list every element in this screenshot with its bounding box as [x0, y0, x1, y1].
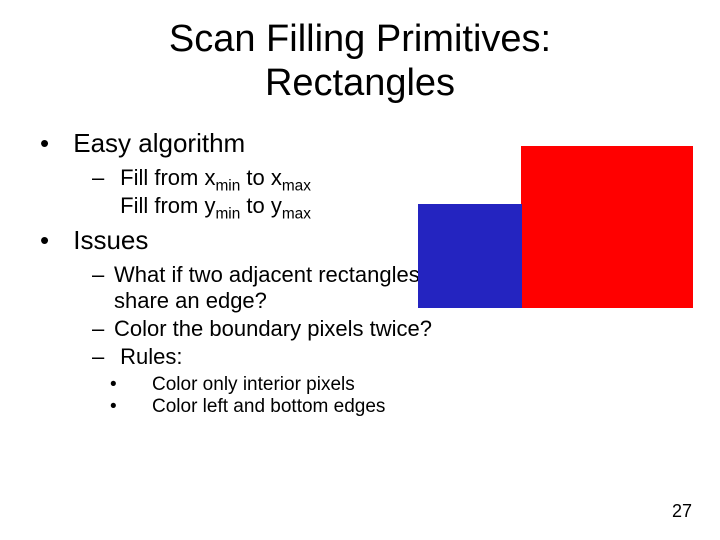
subscript: max — [282, 177, 311, 194]
title-line1: Scan Filling Primitives: — [169, 18, 551, 60]
subscript: max — [282, 205, 311, 222]
rule-interior: Color only interior pixels — [154, 374, 460, 396]
rule-left-bottom: Color left and bottom edges — [154, 396, 460, 418]
page-number: 27 — [672, 501, 692, 522]
text: Fill from y — [120, 193, 215, 218]
slide-body: Easy algorithm Fill from xmin to xmax Fi… — [40, 128, 460, 424]
text: Rules: — [120, 344, 182, 369]
subscript: min — [215, 205, 240, 222]
bullet-issues: Issues What if two adjacent rectangles s… — [40, 225, 460, 418]
title-line2: Rectangles — [265, 62, 455, 104]
red-rectangle — [521, 146, 693, 308]
subbullet-fill-y: Fill from ymin to ymax — [92, 193, 460, 219]
bullet-text: Easy algorithm — [73, 128, 245, 158]
bullet-easy-algorithm: Easy algorithm Fill from xmin to xmax Fi… — [40, 128, 460, 219]
subbullet-rules: Rules: Color only interior pixels Color … — [92, 344, 460, 418]
subbullet-adjacent: What if two adjacent rectangles share an… — [92, 262, 460, 314]
subbullet-twice: Color the boundary pixels twice? — [92, 316, 460, 342]
text: Fill from x — [120, 165, 215, 190]
bullet-text: Issues — [73, 225, 148, 255]
subbullet-fill-x: Fill from xmin to xmax — [92, 165, 460, 191]
subscript: min — [215, 177, 240, 194]
blue-rectangle — [418, 204, 522, 308]
text: to x — [240, 165, 282, 190]
slide-title: Scan Filling Primitives: Rectangles — [0, 0, 720, 105]
text: to y — [240, 193, 282, 218]
